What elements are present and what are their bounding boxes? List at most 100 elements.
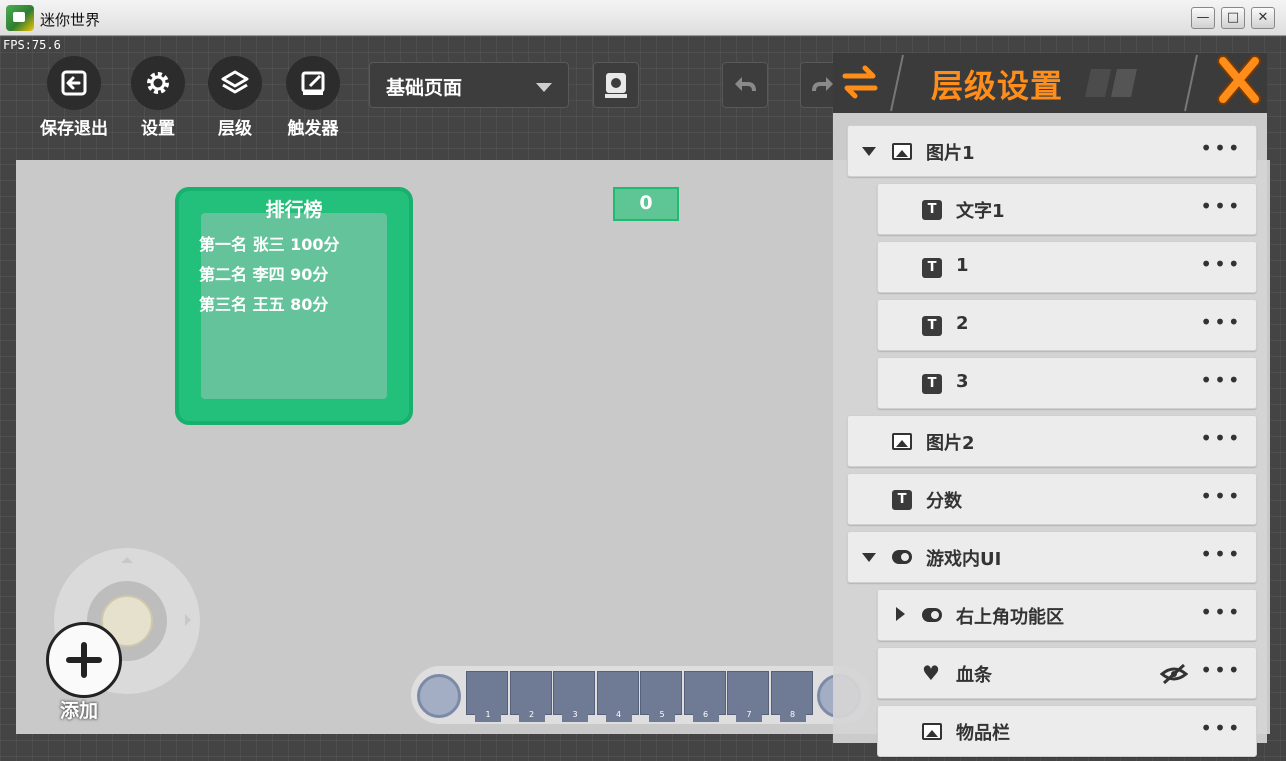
hotbar-slot: 6 — [683, 671, 726, 722]
layer-row-label: 图片1 — [926, 143, 975, 164]
hotbar-slot-number: 7 — [736, 708, 762, 722]
text-icon: T — [922, 316, 942, 336]
window-title: 迷你世界 — [40, 11, 101, 29]
page-select-value: 基础页面 — [386, 77, 463, 99]
triggers-button[interactable]: 触发器 — [280, 56, 346, 139]
hotbar-slot-number: 6 — [692, 708, 719, 722]
page-select-dropdown[interactable]: 基础页面 — [369, 62, 569, 108]
heart-icon: ♥ — [922, 661, 940, 685]
header-divider — [890, 54, 904, 112]
preview-button[interactable] — [593, 62, 639, 108]
eye-off-icon[interactable] — [1160, 664, 1188, 684]
layer-row-label: 游戏内UI — [926, 549, 1002, 570]
more-options-icon[interactable]: ••• — [1196, 486, 1246, 510]
layer-row-label: 图片2 — [926, 433, 975, 454]
more-options-icon[interactable]: ••• — [1196, 254, 1246, 278]
layer-row[interactable]: T 分数 ••• — [847, 473, 1257, 525]
window-titlebar: 迷你世界 — □ ✕ — [0, 0, 1286, 36]
text-icon: T — [922, 374, 942, 394]
layer-row-label: 血条 — [956, 665, 992, 686]
layer-row-label: 物品栏 — [956, 723, 1010, 744]
exit-icon — [47, 56, 101, 110]
layer-row[interactable]: T 3 ••• — [877, 357, 1257, 409]
text-icon: T — [922, 258, 942, 278]
chevron-down-icon — [536, 83, 552, 92]
joystick-up-arrow-icon — [121, 551, 133, 563]
expand-triangle-icon[interactable] — [896, 607, 905, 621]
layer-row[interactable]: 图片1 ••• — [847, 125, 1257, 177]
more-options-icon[interactable]: ••• — [1196, 370, 1246, 394]
header-divider — [1184, 54, 1198, 112]
layer-row-label: 3 — [956, 371, 969, 392]
more-options-icon[interactable]: ••• — [1196, 312, 1246, 336]
layer-row[interactable]: 图片2 ••• — [847, 415, 1257, 467]
more-options-icon[interactable]: ••• — [1196, 428, 1246, 452]
layer-settings-panel: 层级设置 图片1 ••• T 文字1 ••• T 1 ••• T 2 ••• T 3 ••• 图片2 ••• T… — [833, 53, 1267, 757]
hotbar-slot: 2 — [509, 671, 552, 722]
save-exit-label: 保存退出 — [40, 119, 108, 139]
layers-button[interactable]: 层级 — [207, 56, 263, 139]
minimize-button[interactable]: — — [1191, 7, 1215, 29]
hotbar-preview: 1 2 3 4 5 6 7 8 — [411, 666, 871, 724]
layer-row[interactable]: T 文字1 ••• — [877, 183, 1257, 235]
hotbar-slot-number: 8 — [779, 708, 806, 722]
more-options-icon[interactable]: ••• — [1196, 196, 1246, 220]
more-options-icon[interactable]: ••• — [1196, 660, 1246, 684]
fps-counter: FPS:75.6 — [3, 38, 61, 52]
window-close-button[interactable]: ✕ — [1251, 7, 1275, 29]
hotbar-slot: 4 — [596, 671, 639, 722]
panel-title: 层级设置 — [931, 67, 1064, 105]
more-options-icon[interactable]: ••• — [1196, 544, 1246, 568]
collapse-triangle-icon[interactable] — [862, 553, 876, 562]
layer-row[interactable]: T 2 ••• — [877, 299, 1257, 351]
score-display[interactable]: 0 — [613, 187, 679, 221]
settings-button[interactable]: 设置 — [130, 56, 186, 139]
leaderboard-title: 排行榜 — [265, 199, 323, 221]
layer-row[interactable]: 游戏内UI ••• — [847, 531, 1257, 583]
close-panel-button[interactable] — [1215, 53, 1263, 107]
layer-row[interactable]: 右上角功能区 ••• — [877, 589, 1257, 641]
hotbar-slot-number: 5 — [649, 708, 675, 722]
more-options-icon[interactable]: ••• — [1196, 138, 1246, 162]
panel-header: 层级设置 — [833, 53, 1267, 113]
editor-window: 迷你世界 — □ ✕ FPS:75.6 保存退出 设置 层级 触发器 基础页面 — [0, 0, 1286, 761]
layer-row[interactable]: T 1 ••• — [877, 241, 1257, 293]
leaderboard-panel[interactable]: 排行榜 第一名 张三 100分 第二名 李四 90分 第三名 王五 80分 — [175, 187, 413, 425]
collapse-triangle-icon[interactable] — [862, 147, 876, 156]
leaderboard-line-1: 第一名 张三 100分 — [199, 235, 340, 254]
layer-row[interactable]: ♥ 血条 ••• — [877, 647, 1257, 699]
image-icon — [922, 723, 942, 740]
hotbar-slot-number: 2 — [518, 708, 545, 722]
undo-button[interactable] — [722, 62, 768, 108]
triggers-label: 触发器 — [287, 119, 339, 139]
hotbar-slot: 3 — [553, 671, 595, 722]
save-exit-button[interactable]: 保存退出 — [33, 56, 115, 139]
layer-row-label: 文字1 — [956, 201, 1005, 222]
preview-icon — [605, 73, 627, 98]
layer-row[interactable]: 物品栏 ••• — [877, 705, 1257, 757]
add-button[interactable] — [46, 622, 122, 698]
more-options-icon[interactable]: ••• — [1196, 718, 1246, 742]
more-options-icon[interactable]: ••• — [1196, 602, 1246, 626]
text-icon: T — [922, 200, 942, 220]
hotbar-slot: 8 — [770, 671, 813, 722]
swap-arrows-icon[interactable] — [839, 62, 881, 102]
app-logo-icon — [6, 5, 34, 31]
image-icon — [892, 143, 912, 160]
layer-row-label: 1 — [956, 255, 969, 276]
toggle-icon — [892, 550, 912, 564]
hotbar-slot: 5 — [640, 671, 682, 722]
header-decoration — [1085, 69, 1137, 97]
hotbar-slot-number: 4 — [605, 708, 632, 722]
maximize-button[interactable]: □ — [1221, 7, 1245, 29]
hotbar-slot: 1 — [466, 671, 508, 722]
layer-row-label: 分数 — [926, 491, 962, 512]
leaderboard-line-2: 第二名 李四 90分 — [199, 265, 329, 284]
gear-icon — [131, 56, 185, 110]
joystick-right-arrow-icon — [185, 614, 197, 626]
settings-label: 设置 — [141, 119, 175, 139]
layers-icon — [208, 56, 262, 110]
hotbar-slot-number: 3 — [562, 708, 588, 722]
layer-row-label: 右上角功能区 — [956, 607, 1064, 628]
toggle-icon — [922, 608, 942, 622]
